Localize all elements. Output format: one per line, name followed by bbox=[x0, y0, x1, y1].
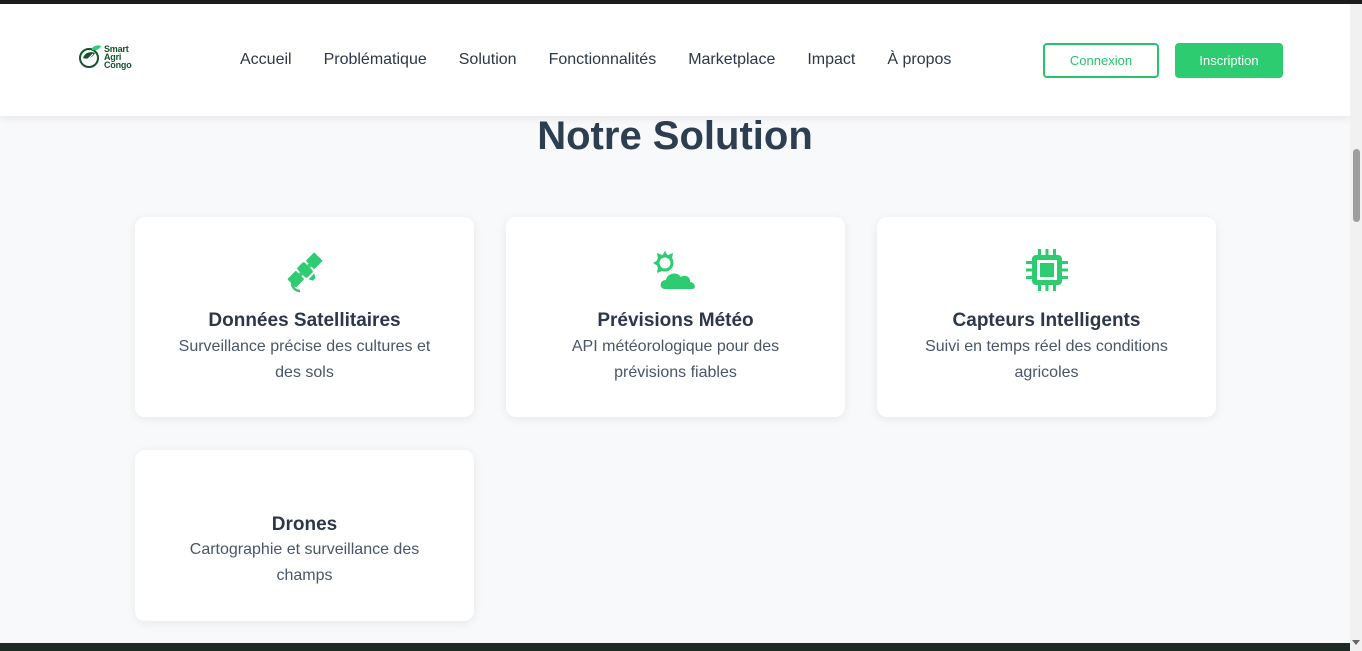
feature-card-drones: Drones Cartographie et surveillance des … bbox=[135, 450, 474, 621]
nav-item-fonctionnalites[interactable]: Fonctionnalités bbox=[549, 50, 657, 70]
nav-item-accueil[interactable]: Accueil bbox=[240, 50, 292, 70]
site-header: Smart Agri Congo Accueil Problématique S… bbox=[0, 4, 1350, 116]
main-nav: Accueil Problématique Solution Fonctionn… bbox=[240, 50, 951, 70]
login-button[interactable]: Connexion bbox=[1043, 43, 1159, 78]
card-title: Drones bbox=[271, 514, 338, 535]
nav-item-a-propos[interactable]: À propos bbox=[887, 50, 951, 70]
leaf-globe-icon bbox=[79, 45, 101, 68]
microchip-icon bbox=[1025, 249, 1068, 291]
brand-name: Smart Agri Congo bbox=[104, 45, 132, 70]
card-title: Prévisions Météo bbox=[597, 310, 754, 331]
card-description: API météorologique pour des prévisions f… bbox=[571, 338, 780, 381]
nav-item-impact[interactable]: Impact bbox=[807, 50, 855, 70]
scroll-down-icon[interactable] bbox=[1352, 640, 1360, 645]
brand-line-3: Congo bbox=[104, 60, 132, 70]
feature-card-satellite: Données Satellitaires Surveillance préci… bbox=[135, 217, 474, 417]
card-description: Cartographie et surveillance des champs bbox=[189, 541, 420, 584]
nav-item-marketplace[interactable]: Marketplace bbox=[688, 50, 775, 70]
satellite-icon bbox=[287, 252, 322, 293]
sun-cloud-icon bbox=[652, 251, 695, 289]
logo[interactable]: Smart Agri Congo bbox=[78, 44, 132, 70]
section-title: Notre Solution bbox=[537, 114, 813, 158]
card-title: Données Satellitaires bbox=[208, 310, 401, 331]
signup-button[interactable]: Inscription bbox=[1175, 43, 1283, 78]
card-title: Capteurs Intelligents bbox=[952, 310, 1141, 331]
page-scrollbar[interactable] bbox=[1350, 4, 1362, 651]
footer-preview bbox=[0, 643, 1350, 651]
card-description: Suivi en temps réel des conditions agric… bbox=[925, 338, 1168, 381]
nav-item-solution[interactable]: Solution bbox=[459, 50, 517, 70]
feature-card-weather: Prévisions Météo API météorologique pour… bbox=[506, 217, 845, 417]
feature-card-sensors: Capteurs Intelligents Suivi en temps rée… bbox=[877, 217, 1216, 417]
scrollbar-thumb[interactable] bbox=[1353, 149, 1360, 222]
page-viewport: Smart Agri Congo Accueil Problématique S… bbox=[0, 4, 1350, 643]
card-description: Surveillance précise des cultures et des… bbox=[178, 338, 431, 381]
nav-item-problematique[interactable]: Problématique bbox=[324, 50, 427, 70]
